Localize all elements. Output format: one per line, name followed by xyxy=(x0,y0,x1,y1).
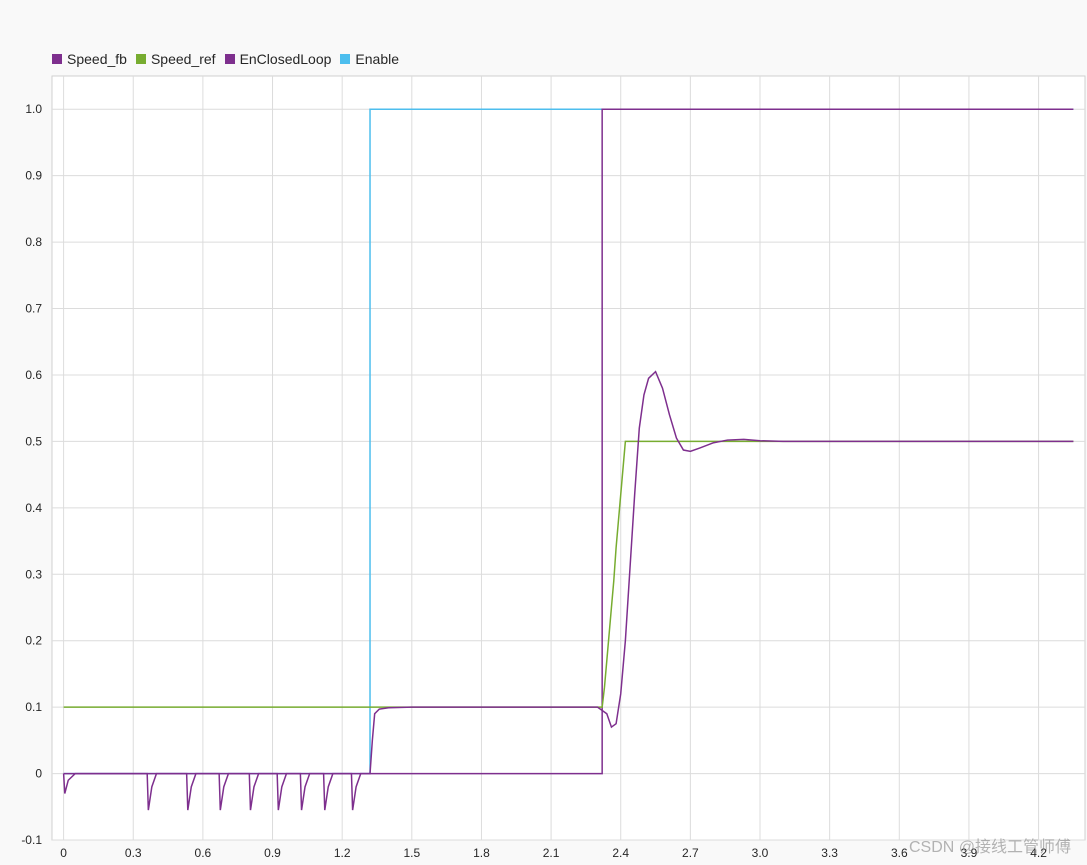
x-tick-label: 3.0 xyxy=(752,846,769,860)
chart-plot[interactable]: -0.1 0 0.1 0.2 0.3 0.4 0.5 0.6 0.7 0.8 0.9 1.0 0 0.3 0… xyxy=(0,0,1087,865)
x-tick-label: 2.1 xyxy=(543,846,560,860)
plot-area xyxy=(51,75,1086,841)
y-tick-label: 0.4 xyxy=(25,501,42,515)
x-tick-label: 0 xyxy=(60,846,67,860)
y-tick-label: 0.8 xyxy=(25,235,42,249)
x-tick-label: 2.7 xyxy=(682,846,699,860)
y-tick-label: -0.1 xyxy=(21,833,42,847)
y-tick-label: 0.1 xyxy=(25,700,42,714)
y-tick-label: 0.6 xyxy=(25,368,42,382)
x-tick-label: 1.5 xyxy=(403,846,420,860)
watermark-text: CSDN @接线工管师傅 xyxy=(908,839,1071,856)
y-tick-label: 0.3 xyxy=(25,567,42,581)
y-tick-label: 0.7 xyxy=(25,302,42,316)
x-tick-label: 3.6 xyxy=(891,846,908,860)
y-tick-label: 0.2 xyxy=(25,634,42,648)
y-tick-label: 0.5 xyxy=(25,434,42,448)
y-tick-label: 0.9 xyxy=(25,169,42,183)
y-tick-label: 0 xyxy=(35,767,42,781)
x-tick-label: 0.6 xyxy=(195,846,212,860)
x-tick-label: 1.8 xyxy=(473,846,490,860)
x-tick-label: 1.2 xyxy=(334,846,351,860)
y-tick-label: 1.0 xyxy=(25,102,42,116)
x-tick-label: 0.9 xyxy=(264,846,281,860)
x-tick-label: 2.4 xyxy=(612,846,629,860)
x-tick-label: 0.3 xyxy=(125,846,142,860)
x-tick-label: 3.3 xyxy=(821,846,838,860)
